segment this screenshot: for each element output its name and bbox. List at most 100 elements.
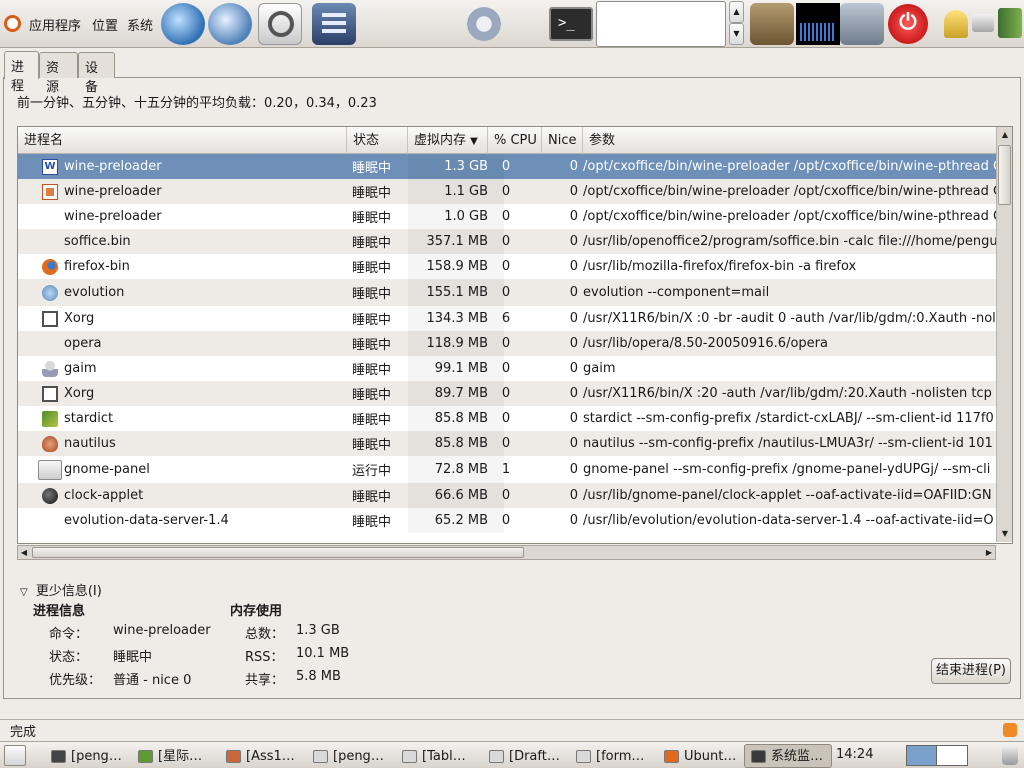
- cell-args: evolution --component=mail: [583, 285, 770, 300]
- taskbar-button[interactable]: Ubunt…: [657, 744, 743, 768]
- column-header-status[interactable]: 状态: [347, 127, 408, 154]
- table-row[interactable]: Xorg 睡眠中 89.7 MB 0 0/usr/X11R6/bin/X :20 -au…: [18, 381, 997, 406]
- tab-resources[interactable]: 资源: [39, 52, 78, 95]
- table-row[interactable]: gaim 睡眠中 99.1 MB 0 0 gaim: [18, 356, 997, 381]
- column-header-memory[interactable]: 虚拟内存 ▼: [408, 127, 488, 154]
- menu-applications[interactable]: 应用程序: [29, 15, 81, 34]
- dictionary-icon[interactable]: [998, 8, 1022, 38]
- table-row[interactable]: evolution-data-server-1.4 睡眠中 65.2 MB 0 0/us…: [18, 508, 997, 533]
- network-icon[interactable]: [840, 3, 884, 45]
- tab-devices[interactable]: 设备: [78, 52, 115, 95]
- table-row[interactable]: opera 睡眠中 118.9 MB 0 0/usr/lib/opera/8.50-20…: [18, 331, 997, 356]
- cell-status: 睡眠中: [352, 413, 392, 428]
- vertical-scrollbar[interactable]: ▲ ▼: [996, 127, 1012, 542]
- cell-status: 运行中: [352, 464, 392, 479]
- web-browser-icon[interactable]: [161, 3, 205, 45]
- spin-up-icon[interactable]: ▲: [729, 1, 744, 23]
- user-icon[interactable]: [944, 10, 968, 38]
- command-label: 命令：: [49, 627, 89, 642]
- table-row[interactable]: evolution 睡眠中 155.1 MB 0 0 evolution --compon…: [18, 279, 997, 306]
- taskbar-button[interactable]: [星际…: [131, 744, 217, 768]
- show-desktop-button[interactable]: [4, 745, 26, 766]
- tab-label: 进程: [11, 60, 25, 94]
- table-row[interactable]: nautilus 睡眠中 85.8 MB 0 0 nautilus --sm-config…: [18, 431, 997, 456]
- taskbar-button[interactable]: 系统监…: [744, 744, 832, 768]
- taskbar-button-label: 系统监…: [771, 749, 824, 764]
- nautilus-icon: [42, 436, 58, 452]
- tab-label: 设备: [85, 61, 99, 95]
- taskbar-button[interactable]: [peng…: [306, 744, 394, 768]
- cell-status: 睡眠中: [352, 186, 392, 201]
- table-row[interactable]: firefox-bin 睡眠中 158.9 MB 0 0/usr/lib/mozilla…: [18, 254, 997, 279]
- horizontal-scrollbar[interactable]: ◀ ▶: [17, 545, 996, 560]
- table-row[interactable]: wine-preloader 睡眠中 1.0 GB 0 0/opt/cxoffice/b…: [18, 204, 997, 229]
- tab-processes[interactable]: 进程: [4, 51, 39, 94]
- workspace-2[interactable]: [937, 746, 967, 765]
- gaim-icon: [42, 361, 58, 377]
- trash-icon[interactable]: [1002, 746, 1018, 765]
- details-expander[interactable]: ▽ 更少信息(I): [20, 580, 102, 599]
- menu-system[interactable]: 系统: [127, 15, 153, 34]
- cell-args: gnome-panel --sm-config-prefix /gnome-pa…: [583, 462, 991, 477]
- file-drawer-icon[interactable]: [750, 3, 794, 45]
- cell-name: Xorg: [64, 311, 95, 326]
- cell-cpu: 0: [501, 259, 511, 274]
- scroll-up-icon[interactable]: ▲: [998, 128, 1012, 142]
- column-header-nice[interactable]: Nice: [542, 127, 583, 154]
- taskbar-button[interactable]: [Ass1…: [219, 744, 305, 768]
- column-header-name[interactable]: 进程名: [18, 127, 347, 154]
- scroll-down-icon[interactable]: ▼: [998, 527, 1012, 541]
- taskbar-button-label: [星际…: [158, 749, 203, 764]
- printer-icon[interactable]: [972, 14, 994, 32]
- table-row[interactable]: soffice.bin 睡眠中 357.1 MB 0 0/usr/lib/openoff…: [18, 229, 997, 254]
- table-row[interactable]: Xorg 睡眠中 134.3 MB 6 0/usr/X11R6/bin/X :0 -br…: [18, 306, 997, 331]
- end-process-button[interactable]: 结束进程(P): [931, 658, 1011, 684]
- taskbar-button-label: [Draft…: [509, 749, 560, 764]
- preferences-icon[interactable]: [462, 3, 506, 45]
- column-header-cpu[interactable]: % CPU: [488, 127, 542, 154]
- cell-args: /opt/cxoffice/bin/wine-preloader /opt/cx…: [583, 209, 997, 224]
- power-icon[interactable]: ⏻: [888, 4, 928, 44]
- table-row[interactable]: gnome-panel 运行中 72.8 MB 1 0 gnome-panel --sm-…: [18, 456, 997, 483]
- run-command-spinner[interactable]: ▲ ▼: [729, 1, 744, 47]
- table-row[interactable]: wine-preloader 睡眠中 1.1 GB 0 0/opt/cxoffice/b…: [18, 179, 997, 204]
- workspace-1[interactable]: [907, 746, 937, 765]
- workspace-switcher[interactable]: [906, 745, 968, 766]
- rss-feed-icon[interactable]: [1003, 723, 1017, 737]
- search-icon[interactable]: [258, 3, 302, 45]
- cell-nice: 0: [569, 259, 578, 274]
- terminal-icon[interactable]: >_: [549, 7, 593, 41]
- cell-cpu: 0: [501, 285, 511, 300]
- table-row[interactable]: Wwine-preloader 睡眠中 1.3 GB 0 0/opt/cxoffice/…: [18, 154, 997, 179]
- cell-status: 睡眠中: [352, 313, 392, 328]
- horizontal-scroll-thumb[interactable]: [32, 547, 524, 558]
- ubuntu-logo-icon[interactable]: [4, 15, 21, 32]
- table-row[interactable]: clock-applet 睡眠中 66.6 MB 0 0/usr/lib/gnome-p…: [18, 483, 997, 508]
- scroll-right-icon[interactable]: ▶: [983, 546, 995, 559]
- taskbar-button[interactable]: [Tabl…: [395, 744, 481, 768]
- menu-places[interactable]: 位置: [92, 15, 118, 34]
- firefox-icon: [664, 750, 679, 763]
- system-monitor-icon[interactable]: [796, 3, 840, 45]
- spin-down-icon[interactable]: ▼: [729, 23, 744, 45]
- cell-name: opera: [64, 336, 102, 351]
- impress-icon: [42, 184, 58, 200]
- process-info-heading: 进程信息: [33, 604, 86, 619]
- cell-args: gaim: [583, 361, 616, 376]
- scroll-left-icon[interactable]: ◀: [18, 546, 30, 559]
- mail-icon[interactable]: [208, 3, 252, 45]
- run-command-input[interactable]: [596, 1, 726, 47]
- clock[interactable]: 14:24: [836, 747, 873, 762]
- taskbar-button[interactable]: [peng…: [44, 744, 130, 768]
- office-icon[interactable]: [312, 3, 356, 45]
- column-header-args[interactable]: 参数: [583, 127, 997, 154]
- taskbar-button[interactable]: [form…: [569, 744, 655, 768]
- cell-cpu: 0: [501, 234, 511, 249]
- cell-nice: 0: [569, 234, 578, 249]
- document-icon: [313, 750, 328, 763]
- table-row[interactable]: stardict 睡眠中 85.8 MB 0 0 stardict --sm-config…: [18, 406, 997, 431]
- cell-name: gaim: [64, 361, 97, 376]
- taskbar-button[interactable]: [Draft…: [482, 744, 568, 768]
- vertical-scroll-thumb[interactable]: [998, 145, 1011, 205]
- writer-icon: W: [42, 159, 58, 175]
